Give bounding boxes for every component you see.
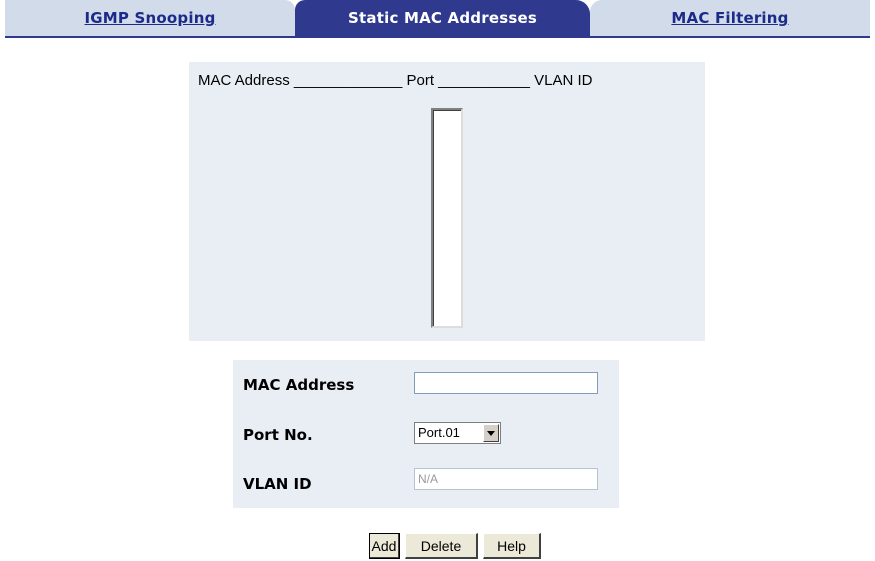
tab-igmp-snooping[interactable]: IGMP Snooping — [5, 0, 295, 38]
mac-address-listbox[interactable] — [431, 108, 463, 328]
mac-address-label: MAC Address — [243, 376, 355, 394]
help-button[interactable]: Help — [483, 533, 541, 559]
tab-igmp-snooping-label[interactable]: IGMP Snooping — [84, 9, 215, 27]
tab-static-mac-addresses[interactable]: Static MAC Addresses — [295, 0, 590, 38]
static-mac-form: MAC Address Port No. Port.01 VLAN ID — [233, 360, 619, 508]
port-no-label: Port No. — [243, 426, 313, 444]
mac-table-header: MAC Address _____________ Port _________… — [198, 72, 593, 89]
tab-bar: IGMP Snooping Static MAC Addresses MAC F… — [5, 0, 870, 38]
mac-table-panel: MAC Address _____________ Port _________… — [189, 62, 705, 341]
add-button[interactable]: Add — [369, 533, 400, 559]
vlan-id-input[interactable] — [414, 468, 598, 490]
tab-divider — [5, 36, 870, 38]
port-no-value: Port.01 — [418, 425, 460, 440]
tab-mac-filtering-label[interactable]: MAC Filtering — [671, 9, 788, 27]
port-no-select[interactable]: Port.01 — [414, 422, 501, 444]
mac-address-input[interactable] — [414, 372, 598, 394]
tab-mac-filtering[interactable]: MAC Filtering — [590, 0, 870, 38]
vlan-id-label: VLAN ID — [243, 475, 312, 493]
delete-button[interactable]: Delete — [405, 533, 478, 559]
chevron-down-icon[interactable] — [483, 424, 499, 442]
tab-static-mac-addresses-label: Static MAC Addresses — [348, 9, 537, 27]
